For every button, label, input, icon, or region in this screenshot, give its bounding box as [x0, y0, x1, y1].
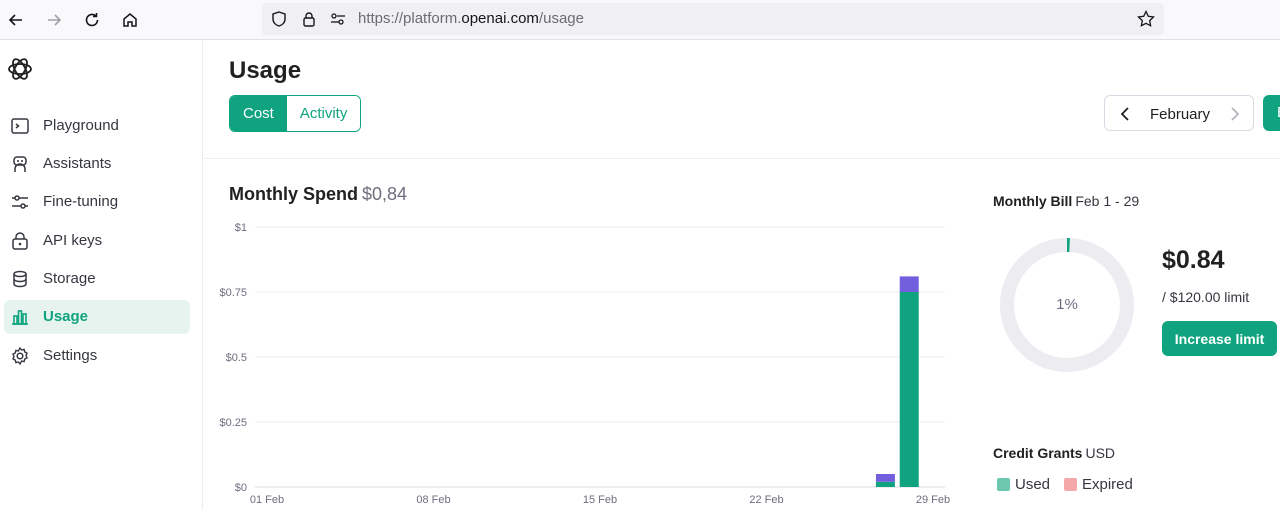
sidebar-item-storage[interactable]: Storage — [4, 262, 190, 296]
bookmark-star-icon[interactable] — [1136, 9, 1156, 29]
home-icon[interactable] — [118, 8, 142, 32]
tab-cost[interactable]: Cost — [230, 96, 287, 131]
browser-toolbar: https://platform.openai.com/usage — [0, 0, 1280, 40]
bar-segment[interactable] — [899, 292, 919, 487]
chevron-left-icon[interactable] — [1115, 104, 1135, 124]
gear-icon — [12, 346, 28, 366]
terminal-icon — [11, 118, 29, 134]
bar-segment[interactable] — [875, 481, 895, 487]
monthly-spend-label: Monthly Spend — [229, 184, 358, 204]
forward-icon[interactable] — [42, 8, 66, 32]
sidebar-item-usage[interactable]: Usage — [4, 300, 190, 334]
x-tick-label: 01 Feb — [250, 494, 284, 506]
y-tick-label: $1 — [235, 222, 247, 234]
database-icon — [13, 270, 27, 288]
legend-used-label: Used — [1015, 476, 1051, 493]
legend-used: Used — [997, 476, 1050, 493]
sidebar-item-label: Assistants — [43, 155, 112, 172]
bar-segment[interactable] — [875, 474, 895, 482]
tab-activity[interactable]: Activity — [286, 96, 361, 131]
monthly-bill-title: Monthly Bill Feb 1 - 29 — [993, 193, 1139, 209]
page-title: Usage — [229, 57, 302, 84]
y-tick-label: $0 — [235, 482, 247, 494]
bill-amount: $0.84 — [1162, 246, 1225, 274]
month-picker: February — [1104, 95, 1254, 131]
address-bar[interactable]: https://platform.openai.com/usage — [262, 3, 1164, 35]
bar-segment[interactable] — [899, 276, 919, 292]
permissions-icon[interactable] — [328, 9, 348, 29]
sidebar-item-label: Settings — [43, 347, 98, 364]
legend-expired-label: Expired — [1082, 476, 1133, 493]
sidebar-item-fine-tuning[interactable]: Fine-tuning — [4, 185, 190, 219]
credit-grants-title: Credit Grants USD — [993, 445, 1115, 461]
sidebar: Playground Assistants Fine-tuning API ke… — [0, 41, 203, 510]
legend-expired-swatch — [1064, 478, 1077, 491]
export-button[interactable]: E — [1263, 95, 1280, 131]
bill-limit: / $120.00 limit — [1162, 289, 1250, 305]
bar-chart-icon — [12, 310, 28, 325]
sidebar-item-label: Storage — [43, 270, 96, 287]
increase-limit-button[interactable]: Increase limit — [1162, 321, 1277, 356]
sidebar-item-label: Usage — [43, 308, 89, 325]
lock-icon — [12, 232, 28, 250]
y-tick-label: $0.5 — [226, 352, 247, 364]
robot-icon — [13, 156, 27, 172]
credit-grants-label: Credit Grants — [993, 445, 1083, 461]
monthly-spend-chart: $0 $0.25 $0.5 $0.75 $1 01 Feb 08 Feb 15 Feb 22 F… — [219, 222, 950, 506]
y-tick-label: $0.25 — [219, 417, 247, 429]
sidebar-item-assistants[interactable]: Assistants — [4, 147, 190, 181]
url-text[interactable]: https://platform.openai.com/usage — [358, 10, 584, 27]
sidebar-item-settings[interactable]: Settings — [4, 339, 190, 373]
sidebar-item-label: Fine-tuning — [43, 193, 119, 210]
reload-icon[interactable] — [80, 8, 104, 32]
cost-activity-toggle: Cost Activity — [229, 95, 362, 132]
sidebar-item-api-keys[interactable]: API keys — [4, 224, 190, 258]
y-tick-label: $0.75 — [219, 287, 247, 299]
monthly-spend-amount: $0,84 — [362, 184, 408, 204]
header-divider — [204, 158, 1280, 159]
openai-logo-icon[interactable] — [6, 55, 34, 83]
sidebar-item-label: API keys — [43, 232, 103, 249]
month-label: February — [1150, 106, 1211, 123]
legend-used-swatch — [997, 478, 1010, 491]
monthly-bill-range: Feb 1 - 29 — [1075, 193, 1140, 209]
x-tick-label: 08 Feb — [416, 494, 450, 506]
back-icon[interactable] — [4, 8, 28, 32]
x-tick-label: 15 Feb — [583, 494, 617, 506]
monthly-bill-label: Monthly Bill — [993, 193, 1073, 209]
legend-expired: Expired — [1064, 476, 1133, 493]
lock-icon[interactable] — [299, 9, 319, 29]
shield-icon[interactable] — [269, 9, 289, 29]
sliders-icon — [12, 195, 28, 209]
usage-percent: 1% — [1056, 296, 1078, 313]
chevron-right-icon[interactable] — [1225, 104, 1245, 124]
x-tick-label: 22 Feb — [749, 494, 783, 506]
sidebar-item-label: Playground — [43, 117, 119, 134]
sidebar-item-playground[interactable]: Playground — [4, 109, 190, 143]
credit-grants-currency: USD — [1085, 445, 1116, 461]
monthly-spend-title: Monthly Spend $0,84 — [229, 184, 407, 205]
x-tick-label: 29 Feb — [916, 494, 950, 506]
